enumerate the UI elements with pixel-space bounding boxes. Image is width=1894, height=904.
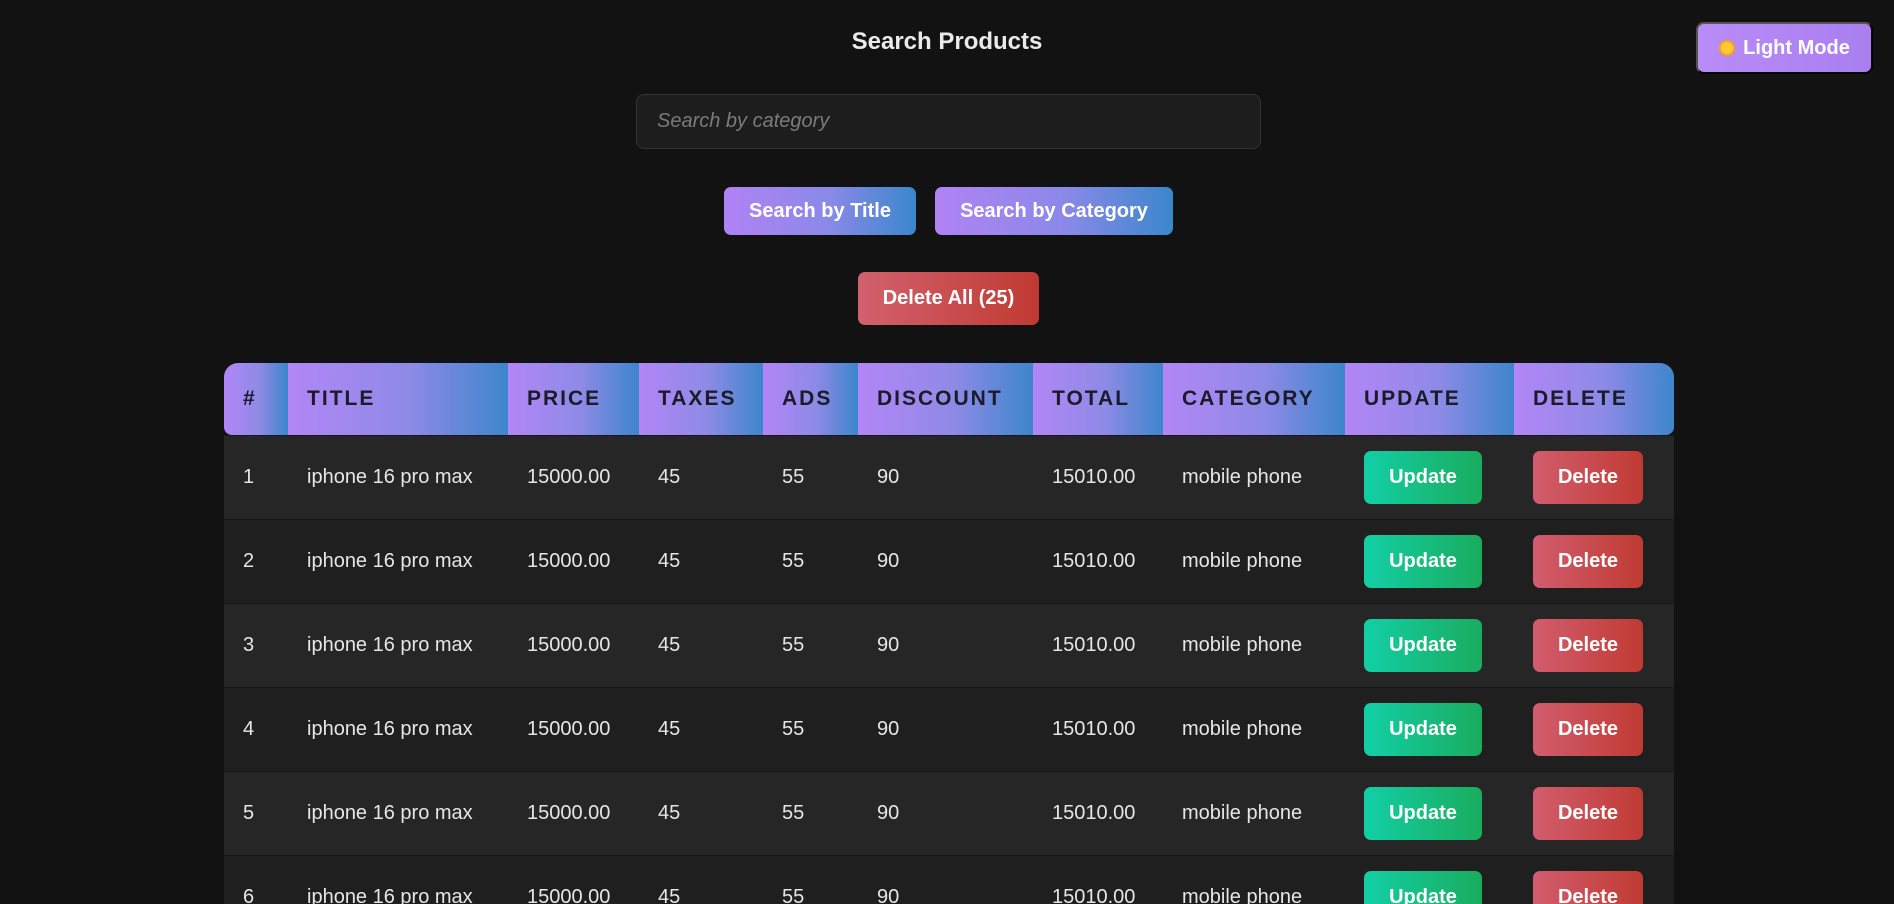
cell-category: mobile phone (1163, 435, 1345, 519)
page: Light Mode Search Products Search by Tit… (0, 0, 1894, 904)
update-button[interactable]: Update (1364, 871, 1482, 904)
cell-price: 15000.00 (508, 435, 639, 519)
cell-total: 15010.00 (1033, 771, 1163, 855)
page-title: Search Products (851, 28, 1043, 55)
cell-delete: Delete (1514, 603, 1674, 687)
table-row: 2 iphone 16 pro max 15000.00 45 55 90 15010.00… (224, 519, 1674, 603)
cell-discount: 90 (858, 771, 1033, 855)
delete-button[interactable]: Delete (1533, 619, 1643, 672)
cell-id: 1 (224, 435, 288, 519)
cell-category: mobile phone (1163, 771, 1345, 855)
products-table: # TITLE PRICE TAXES ADS DISCOUNT TOTAL CATEGORY… (224, 363, 1674, 904)
header-col-title: TITLE (288, 363, 508, 435)
cell-update: Update (1345, 855, 1514, 904)
cell-ads: 55 (763, 687, 858, 771)
table-row: 6 iphone 16 pro max 15000.00 45 55 90 15010.00… (224, 855, 1674, 904)
header-col-ads: ADS (763, 363, 858, 435)
cell-id: 5 (224, 771, 288, 855)
cell-title: iphone 16 pro max (288, 687, 508, 771)
table-header: # TITLE PRICE TAXES ADS DISCOUNT TOTAL CATEGORY… (224, 363, 1674, 435)
delete-button[interactable]: Delete (1533, 703, 1643, 756)
cell-id: 4 (224, 687, 288, 771)
products-table-container: # TITLE PRICE TAXES ADS DISCOUNT TOTAL CATEGORY… (224, 363, 1674, 904)
cell-category: mobile phone (1163, 519, 1345, 603)
cell-title: iphone 16 pro max (288, 855, 508, 904)
table-row: 5 iphone 16 pro max 15000.00 45 55 90 15010.00… (224, 771, 1674, 855)
cell-category: mobile phone (1163, 687, 1345, 771)
search-input[interactable] (636, 94, 1261, 149)
cell-price: 15000.00 (508, 603, 639, 687)
cell-ads: 55 (763, 603, 858, 687)
cell-delete: Delete (1514, 687, 1674, 771)
cell-total: 15010.00 (1033, 687, 1163, 771)
cell-discount: 90 (858, 435, 1033, 519)
cell-id: 2 (224, 519, 288, 603)
cell-taxes: 45 (639, 603, 763, 687)
cell-category: mobile phone (1163, 855, 1345, 904)
header-col-update: UPDATE (1345, 363, 1514, 435)
delete-button[interactable]: Delete (1533, 787, 1643, 840)
header-col-category: CATEGORY (1163, 363, 1345, 435)
cell-discount: 90 (858, 855, 1033, 904)
cell-taxes: 45 (639, 855, 763, 904)
cell-taxes: 45 (639, 519, 763, 603)
delete-button[interactable]: Delete (1533, 871, 1643, 904)
cell-ads: 55 (763, 855, 858, 904)
cell-discount: 90 (858, 519, 1033, 603)
table-row: 4 iphone 16 pro max 15000.00 45 55 90 15010.00… (224, 687, 1674, 771)
cell-delete: Delete (1514, 519, 1674, 603)
update-button[interactable]: Update (1364, 619, 1482, 672)
cell-id: 3 (224, 603, 288, 687)
table-row: 1 iphone 16 pro max 15000.00 45 55 90 15010.00… (224, 435, 1674, 519)
search-by-category-button[interactable]: Search by Category (935, 187, 1173, 235)
update-button[interactable]: Update (1364, 703, 1482, 756)
cell-total: 15010.00 (1033, 435, 1163, 519)
cell-ads: 55 (763, 771, 858, 855)
header-col-taxes: TAXES (639, 363, 763, 435)
cell-update: Update (1345, 435, 1514, 519)
cell-delete: Delete (1514, 435, 1674, 519)
cell-taxes: 45 (639, 771, 763, 855)
delete-button[interactable]: Delete (1533, 451, 1643, 504)
cell-update: Update (1345, 519, 1514, 603)
cell-update: Update (1345, 687, 1514, 771)
update-button[interactable]: Update (1364, 787, 1482, 840)
table-row: 3 iphone 16 pro max 15000.00 45 55 90 15010.00… (224, 603, 1674, 687)
cell-total: 15010.00 (1033, 519, 1163, 603)
cell-update: Update (1345, 771, 1514, 855)
header-col-number: # (224, 363, 288, 435)
cell-price: 15000.00 (508, 855, 639, 904)
cell-discount: 90 (858, 603, 1033, 687)
update-button[interactable]: Update (1364, 451, 1482, 504)
cell-ads: 55 (763, 435, 858, 519)
cell-price: 15000.00 (508, 687, 639, 771)
header-col-price: PRICE (508, 363, 639, 435)
cell-total: 15010.00 (1033, 603, 1163, 687)
cell-delete: Delete (1514, 771, 1674, 855)
cell-title: iphone 16 pro max (288, 603, 508, 687)
cell-title: iphone 16 pro max (288, 771, 508, 855)
delete-all-button[interactable]: Delete All (25) (858, 272, 1039, 325)
cell-taxes: 45 (639, 435, 763, 519)
cell-ads: 55 (763, 519, 858, 603)
delete-button[interactable]: Delete (1533, 535, 1643, 588)
update-button[interactable]: Update (1364, 535, 1482, 588)
cell-price: 15000.00 (508, 771, 639, 855)
cell-total: 15010.00 (1033, 855, 1163, 904)
cell-category: mobile phone (1163, 603, 1345, 687)
cell-price: 15000.00 (508, 519, 639, 603)
cell-title: iphone 16 pro max (288, 435, 508, 519)
header-col-delete: DELETE (1514, 363, 1674, 435)
search-by-title-button[interactable]: Search by Title (724, 187, 916, 235)
cell-taxes: 45 (639, 687, 763, 771)
cell-title: iphone 16 pro max (288, 519, 508, 603)
header-col-discount: DISCOUNT (858, 363, 1033, 435)
header-col-total: TOTAL (1033, 363, 1163, 435)
cell-discount: 90 (858, 687, 1033, 771)
cell-delete: Delete (1514, 855, 1674, 904)
cell-update: Update (1345, 603, 1514, 687)
table-body: 1 iphone 16 pro max 15000.00 45 55 90 15010.00… (224, 435, 1674, 904)
cell-id: 6 (224, 855, 288, 904)
